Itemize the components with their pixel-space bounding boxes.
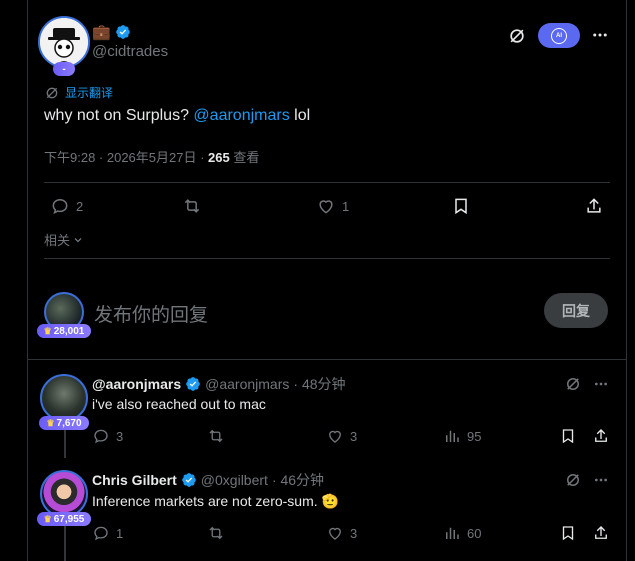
- translate-link[interactable]: 显示翻译: [44, 84, 113, 101]
- author-avatar-badge: -: [53, 62, 75, 76]
- retweet-icon: [209, 526, 223, 540]
- retweet-icon: [184, 199, 200, 213]
- reply-time[interactable]: · 46分钟: [272, 470, 324, 490]
- divider: [44, 258, 610, 259]
- reply-icon: [52, 198, 68, 215]
- grok-icon[interactable]: [562, 374, 584, 394]
- verified-icon: [115, 25, 130, 39]
- views-label: 查看: [229, 150, 260, 165]
- like-button[interactable]: 1: [316, 196, 349, 216]
- ai-icon: AI: [551, 27, 567, 44]
- tweet-text: why not on Surplus? @aaronjmars lol: [44, 107, 311, 124]
- main-tweet: - 💼 @cidtrades AI 显示翻译 why not on Surplu…: [0, 0, 635, 260]
- author-handle[interactable]: @cidtrades: [92, 43, 168, 60]
- reply-avatar[interactable]: [40, 374, 88, 422]
- grok-icon[interactable]: [505, 25, 529, 47]
- reply-time[interactable]: · 48分钟: [293, 374, 345, 394]
- related-toggle[interactable]: 相关: [44, 230, 84, 249]
- like-button[interactable]: 3: [326, 427, 357, 445]
- reply-icon: [94, 526, 108, 541]
- tweet-meta: 下午9:28 · 2026年5月27日 · 265 查看: [44, 147, 259, 166]
- more-options-icon[interactable]: [589, 25, 611, 45]
- mention-link[interactable]: @aaronjmars: [193, 107, 289, 124]
- retweet-button[interactable]: [207, 524, 225, 542]
- divider: [44, 182, 610, 183]
- reply-header: Chris Gilbert @0xgilbert · 46分钟: [92, 470, 324, 490]
- views-button[interactable]: 95: [443, 427, 481, 445]
- author-name-row: 💼: [92, 22, 131, 42]
- retweet-icon: [209, 429, 223, 443]
- heart-icon: [329, 430, 341, 443]
- chevron-down-icon: [74, 237, 82, 242]
- tweet-timestamp[interactable]: 下午9:28 · 2026年5月27日 ·: [44, 150, 208, 165]
- reply-text: Inference markets are not zero-sum. 🫡: [92, 493, 339, 509]
- reply-submit-button[interactable]: 回复: [544, 293, 608, 328]
- translate-label: 显示翻译: [65, 86, 114, 100]
- bookmark-button[interactable]: [559, 427, 577, 445]
- avatar-image: [40, 18, 88, 66]
- share-button[interactable]: [592, 524, 610, 542]
- reply-author-handle[interactable]: @aaronjmars: [205, 376, 289, 392]
- analytics-icon: [446, 527, 459, 539]
- more-options-icon[interactable]: [590, 470, 612, 490]
- bookmark-button[interactable]: [451, 196, 471, 216]
- reply-icon: [94, 429, 108, 444]
- translate-icon: [46, 87, 58, 98]
- heart-icon: [329, 527, 341, 540]
- bookmark-button[interactable]: [559, 524, 577, 542]
- reply-button[interactable]: 1: [92, 524, 123, 542]
- views-count: 265: [208, 150, 230, 165]
- bookmark-icon: [562, 429, 574, 444]
- reply-input[interactable]: 发布你的回复: [94, 300, 208, 327]
- saluting-face-emoji: 🫡: [321, 493, 339, 509]
- like-button[interactable]: 3: [326, 524, 357, 542]
- reply-author-name[interactable]: Chris Gilbert: [92, 472, 177, 488]
- grok-icon[interactable]: [562, 470, 584, 490]
- reply-header: @aaronjmars @aaronjmars · 48分钟: [92, 374, 346, 394]
- share-button[interactable]: [592, 427, 610, 445]
- reply-button[interactable]: 3: [92, 427, 123, 445]
- ai-button[interactable]: AI: [538, 23, 580, 48]
- reply-composer: ♛ 28,001 发布你的回复 回复: [28, 260, 626, 360]
- thread-line: [64, 524, 66, 561]
- more-options-icon[interactable]: [590, 374, 612, 394]
- reply-item[interactable]: ♛ 67,955 Chris Gilbert @0xgilbert · 46分钟 …: [28, 458, 626, 561]
- retweet-button[interactable]: [207, 427, 225, 445]
- heart-icon: [319, 200, 333, 214]
- reply-button[interactable]: 2: [50, 196, 83, 216]
- analytics-icon: [446, 430, 459, 442]
- verified-icon: [181, 473, 196, 487]
- briefcase-emoji: 💼: [92, 24, 111, 41]
- bookmark-icon: [455, 198, 467, 215]
- reply-item[interactable]: ♛ 7,670 @aaronjmars @aaronjmars · 48分钟 i'…: [28, 360, 626, 458]
- verified-icon: [186, 377, 200, 391]
- current-user-badge: ♛ 28,001: [37, 324, 91, 338]
- share-icon: [587, 198, 601, 213]
- reply-text: i've also reached out to mac: [92, 396, 266, 412]
- author-avatar[interactable]: [38, 16, 90, 68]
- share-icon: [595, 429, 607, 442]
- views-button[interactable]: 60: [443, 524, 481, 542]
- reply-author-handle[interactable]: @0xgilbert: [201, 472, 268, 488]
- reply-badge: ♛ 67,955: [37, 512, 91, 526]
- share-button[interactable]: [584, 196, 604, 216]
- reply-badge: ♛ 7,670: [39, 416, 89, 430]
- reply-avatar[interactable]: [40, 470, 88, 518]
- share-icon: [595, 526, 607, 539]
- bookmark-icon: [562, 526, 574, 541]
- retweet-button[interactable]: [182, 196, 202, 216]
- reply-author-name[interactable]: @aaronjmars: [92, 376, 181, 392]
